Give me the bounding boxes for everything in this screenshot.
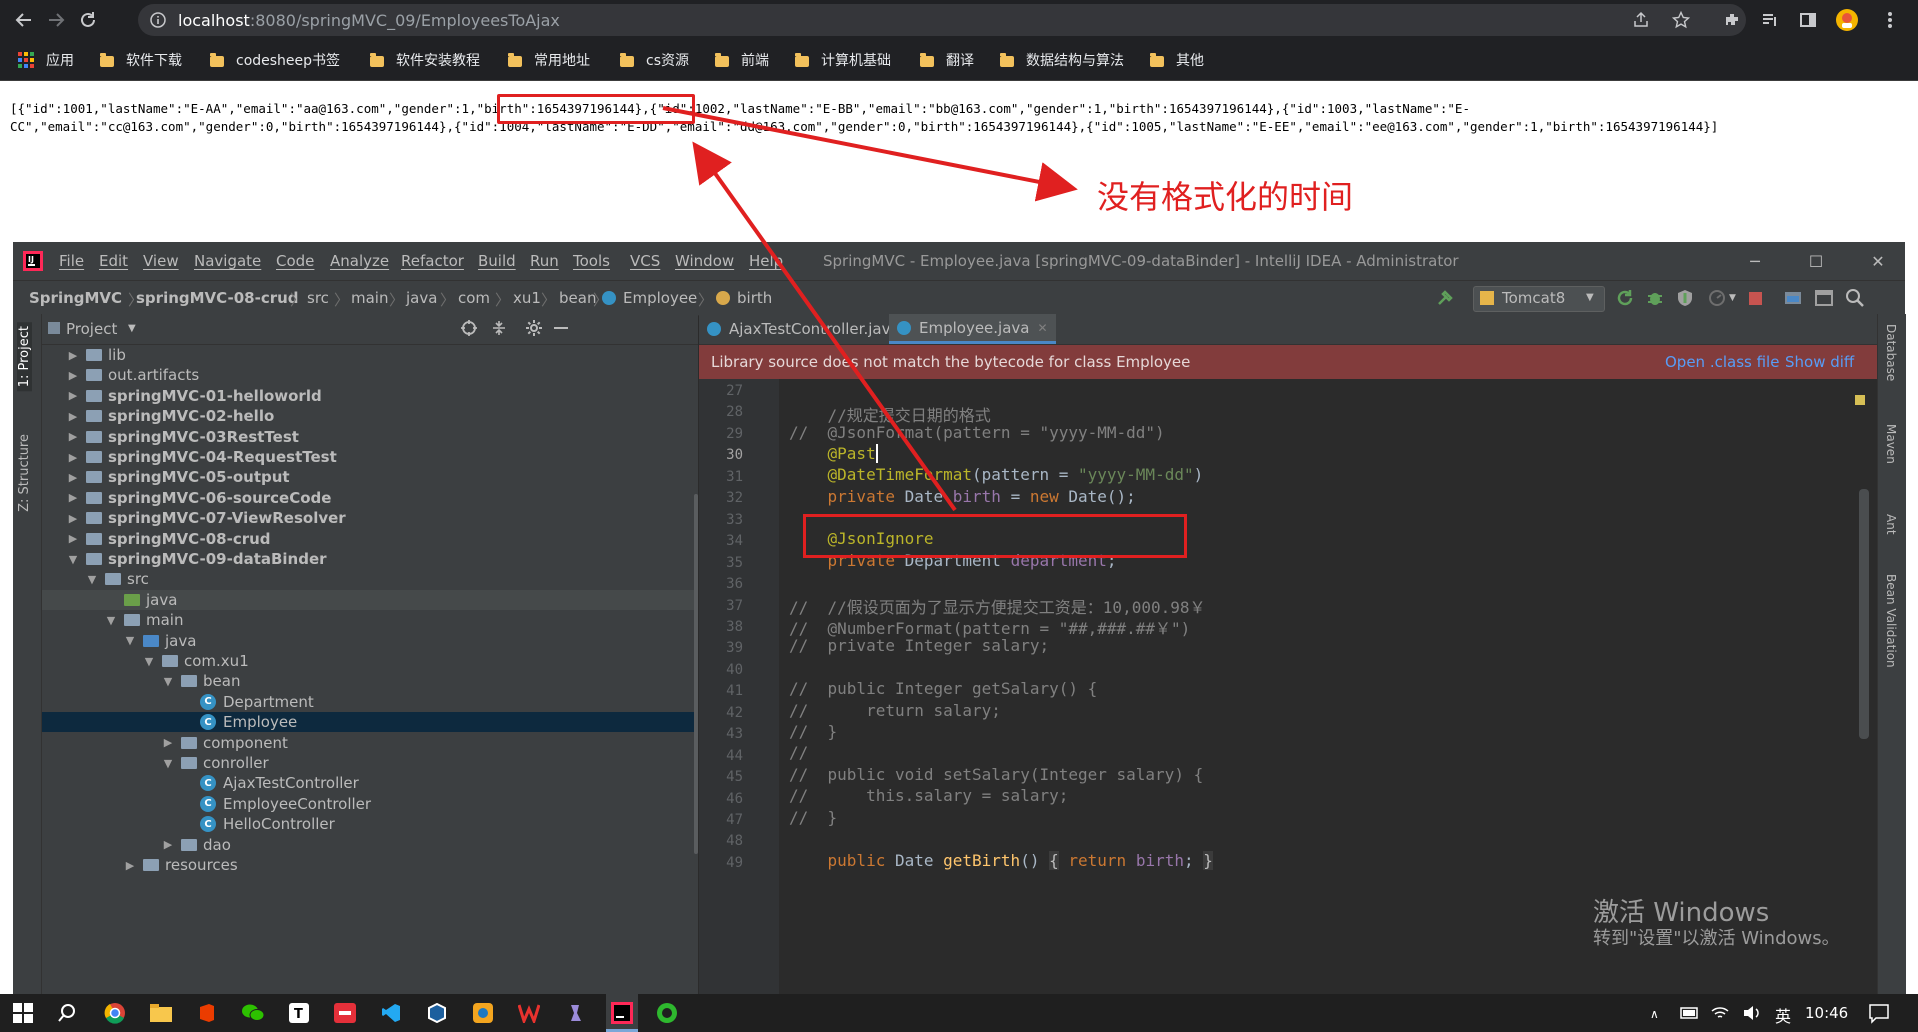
- wps-icon[interactable]: [516, 1000, 542, 1026]
- app-icon[interactable]: [470, 1000, 496, 1026]
- arrow-to-json: [692, 141, 957, 512]
- volume-icon[interactable]: [1742, 1004, 1762, 1022]
- chrome-icon[interactable]: [102, 1000, 128, 1026]
- battery-icon[interactable]: [1680, 1006, 1700, 1020]
- app-icon[interactable]: [654, 1000, 680, 1026]
- svg-text:T: T: [294, 1007, 303, 1022]
- wifi-icon[interactable]: [1710, 1004, 1730, 1022]
- typora-icon[interactable]: T: [286, 1000, 312, 1026]
- windows-taskbar: T ∧ 英 10:46: [0, 994, 1918, 1032]
- ime-indicator[interactable]: 英: [1775, 1003, 1791, 1027]
- office-icon[interactable]: [194, 1000, 220, 1026]
- search-icon[interactable]: [54, 1000, 80, 1026]
- arrow-to-label: [662, 106, 1078, 202]
- file-explorer-icon[interactable]: [148, 1000, 174, 1026]
- virtualbox-icon[interactable]: [424, 1000, 450, 1026]
- chevron-up-icon[interactable]: ∧: [1650, 1007, 1659, 1021]
- notification-icon[interactable]: [1868, 1002, 1890, 1024]
- youdao-icon[interactable]: [332, 1000, 358, 1026]
- activation-watermark-subtitle: 转到"设置"以激活 Windows。: [1593, 928, 1840, 949]
- vscode-icon[interactable]: [378, 1000, 404, 1026]
- intellij-taskbar-icon[interactable]: [606, 994, 638, 1032]
- windows-start-icon[interactable]: [10, 1000, 36, 1026]
- app-icon[interactable]: [562, 1000, 588, 1026]
- taskbar-clock[interactable]: 10:46: [1805, 1004, 1848, 1022]
- annotation-arrows: [662, 106, 1078, 512]
- wechat-icon[interactable]: [240, 1000, 266, 1026]
